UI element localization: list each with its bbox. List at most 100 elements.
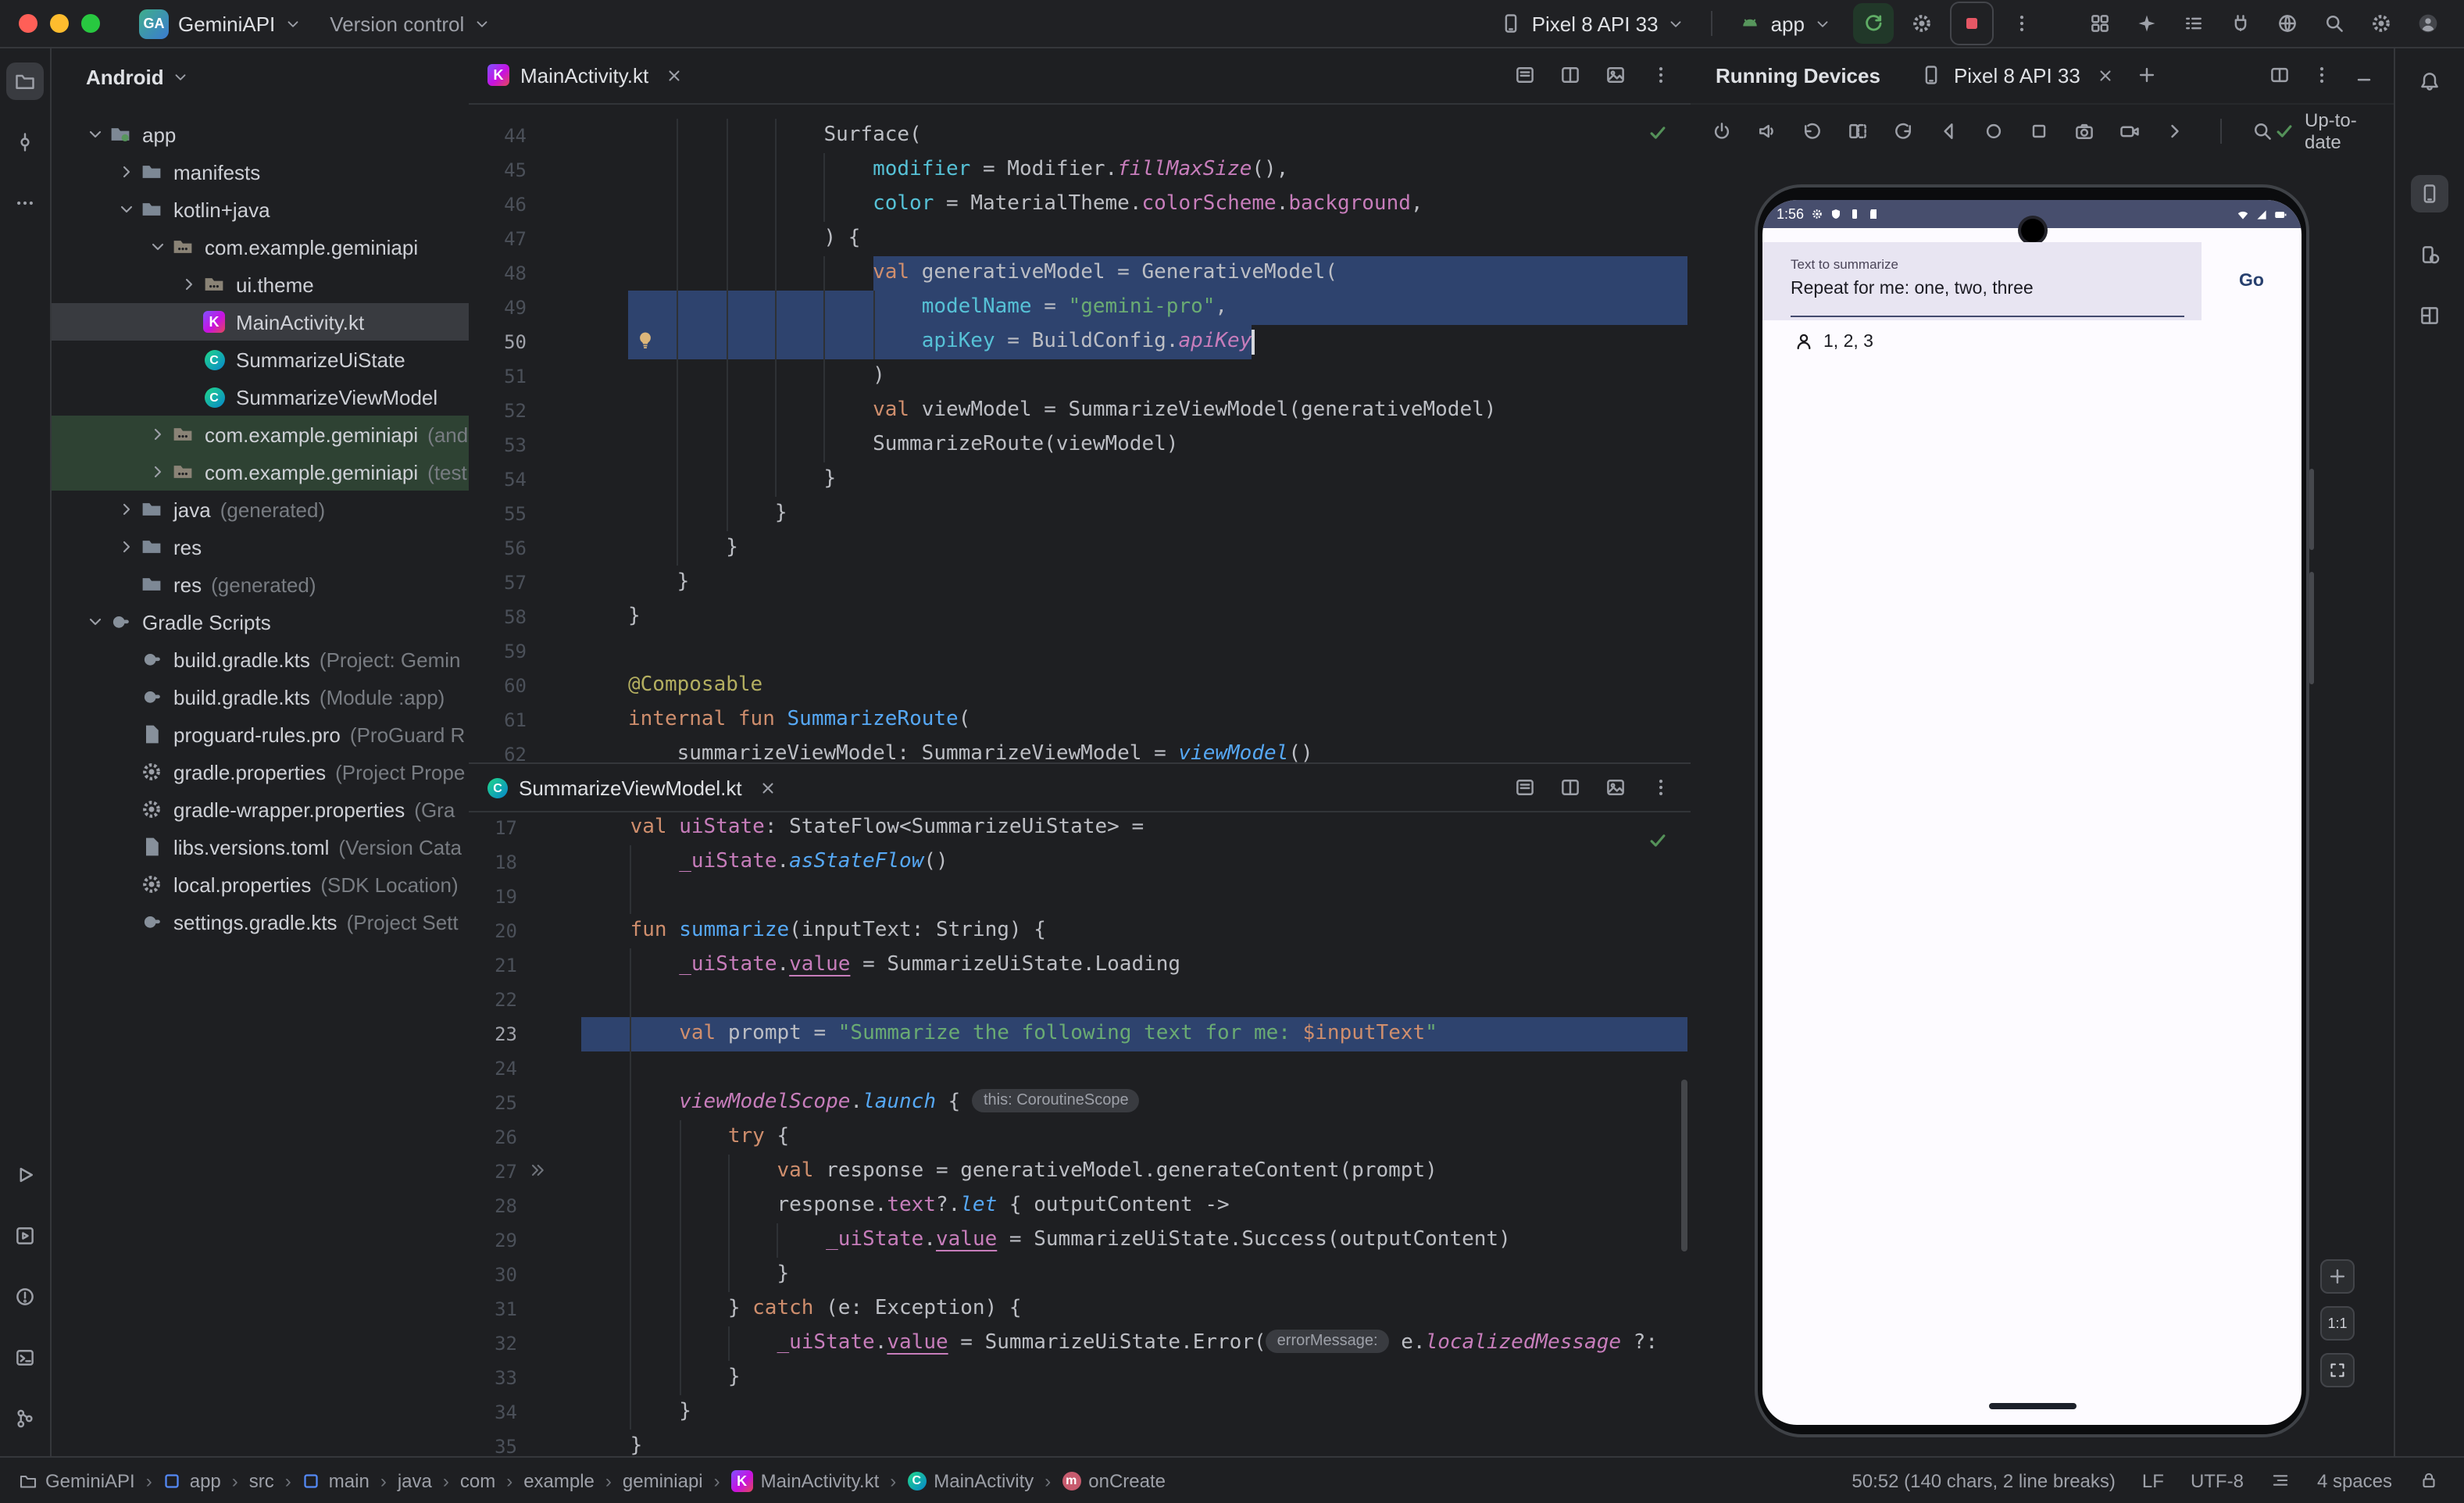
tree-item-com-example-geminiapi[interactable]: com.example.geminiapi — [52, 228, 469, 266]
chevron-right-icon[interactable] — [114, 500, 139, 519]
tree-item-kotlin-java[interactable]: kotlin+java — [52, 191, 469, 228]
line-number[interactable]: 33 — [469, 1361, 517, 1395]
code-line-17[interactable]: 17 val uiState: StateFlow<SummarizeUiSta… — [469, 811, 1691, 845]
code-line-57[interactable]: 57 } — [469, 566, 1691, 600]
line-number[interactable]: 46 — [469, 187, 527, 222]
code-editor-summarizeviewmodel[interactable]: 17 val uiState: StateFlow<SummarizeUiSta… — [469, 811, 1691, 1458]
code-line-61[interactable]: 61internal fun SummarizeRoute( — [469, 703, 1691, 737]
line-number[interactable]: 47 — [469, 222, 527, 256]
code-line-62[interactable]: 62 summarizeViewModel: SummarizeViewMode… — [469, 737, 1691, 762]
project-selector[interactable]: GA GeminiAPI — [125, 5, 316, 42]
home-icon[interactable] — [1975, 112, 2012, 150]
close-tab-icon[interactable] — [2098, 66, 2115, 84]
design-preview-icon[interactable] — [1605, 64, 1627, 86]
back-icon[interactable] — [1930, 112, 1967, 150]
code-line-29[interactable]: 29 _uiState.value = SummarizeUiState.Suc… — [469, 1223, 1691, 1258]
intention-bulb-icon[interactable] — [634, 330, 656, 352]
line-number[interactable]: 57 — [469, 566, 527, 600]
line-number[interactable]: 19 — [469, 880, 517, 914]
globe-icon[interactable] — [2267, 3, 2308, 44]
code-line-53[interactable]: 53 SummarizeRoute(viewModel) — [469, 428, 1691, 462]
volume-icon[interactable] — [1748, 112, 1786, 150]
code-line-59[interactable]: 59 — [469, 634, 1691, 669]
tree-item-java-generated[interactable]: java(generated) — [52, 491, 469, 528]
line-number[interactable]: 60 — [469, 669, 527, 703]
code-line-23[interactable]: 23 val prompt = "Summarize the following… — [469, 1017, 1691, 1051]
tree-item-com-example-geminiapi-test[interactable]: com.example.geminiapi(test — [52, 453, 469, 491]
add-device-button[interactable] — [2137, 64, 2159, 86]
device-manager-icon[interactable] — [2411, 236, 2448, 273]
line-number[interactable]: 45 — [469, 153, 527, 187]
file-encoding[interactable]: UTF-8 — [2191, 1469, 2244, 1491]
settings-icon[interactable] — [2361, 3, 2402, 44]
services-icon[interactable] — [6, 1217, 44, 1255]
line-number[interactable]: 55 — [469, 497, 527, 531]
chevron-right-icon[interactable] — [177, 275, 202, 294]
code-view-icon[interactable] — [1514, 64, 1536, 86]
line-number[interactable]: 49 — [469, 291, 527, 325]
line-number[interactable]: 25 — [469, 1086, 517, 1120]
close-tab-icon[interactable] — [759, 779, 777, 796]
run-icon[interactable] — [6, 1156, 44, 1194]
tree-item-summarizeuistate[interactable]: CSummarizeUiState — [52, 341, 469, 378]
tasklist-icon[interactable] — [2173, 3, 2214, 44]
search-icon[interactable] — [2314, 3, 2355, 44]
avatar-icon[interactable] — [2408, 3, 2448, 44]
code-line-26[interactable]: 26 try { — [469, 1120, 1691, 1155]
line-number[interactable]: 26 — [469, 1120, 517, 1155]
fold-icon[interactable] — [1839, 112, 1877, 150]
line-number[interactable]: 34 — [469, 1395, 517, 1430]
project-view-selector[interactable]: Android — [52, 47, 469, 106]
inspections-ok-icon[interactable] — [1647, 830, 1669, 851]
breadcrumb-src[interactable]: src — [249, 1469, 274, 1491]
line-number[interactable]: 31 — [469, 1292, 517, 1326]
rotate-right-icon[interactable] — [1884, 112, 1922, 150]
go-button[interactable]: Go — [2202, 242, 2302, 320]
running-devices-icon[interactable] — [2411, 175, 2448, 212]
code-line-31[interactable]: 31 } catch (e: Exception) { — [469, 1292, 1691, 1326]
terminal-icon[interactable] — [6, 1339, 44, 1376]
code-line-44[interactable]: 44 Surface( — [469, 119, 1691, 153]
zoom-in-button[interactable] — [2320, 1259, 2355, 1294]
overview-icon[interactable] — [2020, 112, 2058, 150]
code-line-19[interactable]: 19 — [469, 880, 1691, 914]
tree-item-settings-gradle-kts-project-sett[interactable]: settings.gradle.kts(Project Sett — [52, 903, 469, 941]
breadcrumb-geminiapi[interactable]: geminiapi — [623, 1469, 703, 1491]
notifications-icon[interactable] — [2411, 62, 2448, 100]
code-line-33[interactable]: 33 } — [469, 1361, 1691, 1395]
line-number[interactable]: 30 — [469, 1258, 517, 1292]
tree-item-gradle-wrapper-properties-gra[interactable]: gradle-wrapper.properties(Gra — [52, 791, 469, 828]
split-panel-icon[interactable] — [2269, 64, 2291, 86]
breadcrumb-com[interactable]: com — [460, 1469, 495, 1491]
indent-size[interactable]: 4 spaces — [2317, 1469, 2392, 1491]
code-view-icon[interactable] — [1514, 776, 1536, 798]
code-line-56[interactable]: 56 } — [469, 531, 1691, 566]
code-line-52[interactable]: 52 val viewModel = SummarizeViewModel(ge… — [469, 394, 1691, 428]
readonly-lock-icon[interactable] — [2419, 1470, 2439, 1491]
indent-style-icon[interactable] — [2270, 1470, 2291, 1491]
line-number[interactable]: 61 — [469, 703, 527, 737]
code-line-47[interactable]: 47 ) { — [469, 222, 1691, 256]
device-tab-pixel8[interactable]: Pixel 8 API 33 — [1921, 63, 2115, 87]
camera-icon[interactable] — [2066, 112, 2103, 150]
code-line-18[interactable]: 18 _uiState.asStateFlow() — [469, 845, 1691, 880]
line-number[interactable]: 27 — [469, 1155, 517, 1189]
code-line-32[interactable]: 32 _uiState.value = SummarizeUiState.Err… — [469, 1326, 1691, 1361]
project-folder-icon[interactable] — [6, 62, 44, 100]
commit-icon[interactable] — [6, 123, 44, 161]
breadcrumb-main[interactable]: main — [302, 1469, 370, 1491]
code-line-35[interactable]: 35 } — [469, 1430, 1691, 1458]
run-configuration-selector[interactable]: app — [1726, 5, 1845, 42]
code-editor-mainactivity[interactable]: 44 Surface(45 modifier = Modifier.fillMa… — [469, 103, 1691, 762]
chevron-down-icon[interactable] — [83, 612, 108, 631]
code-line-45[interactable]: 45 modifier = Modifier.fillMaxSize(), — [469, 153, 1691, 187]
breadcrumb-mainactivity[interactable]: CMainActivity — [907, 1469, 1034, 1491]
rerun-button[interactable] — [1853, 3, 1894, 44]
line-number[interactable]: 24 — [469, 1051, 517, 1086]
tree-item-app[interactable]: app — [52, 116, 469, 153]
line-number[interactable]: 22 — [469, 983, 517, 1017]
split-view-icon[interactable] — [1559, 64, 1581, 86]
code-line-24[interactable]: 24 — [469, 1051, 1691, 1086]
line-number[interactable]: 21 — [469, 948, 517, 983]
panel-options-icon[interactable] — [2311, 64, 2333, 86]
